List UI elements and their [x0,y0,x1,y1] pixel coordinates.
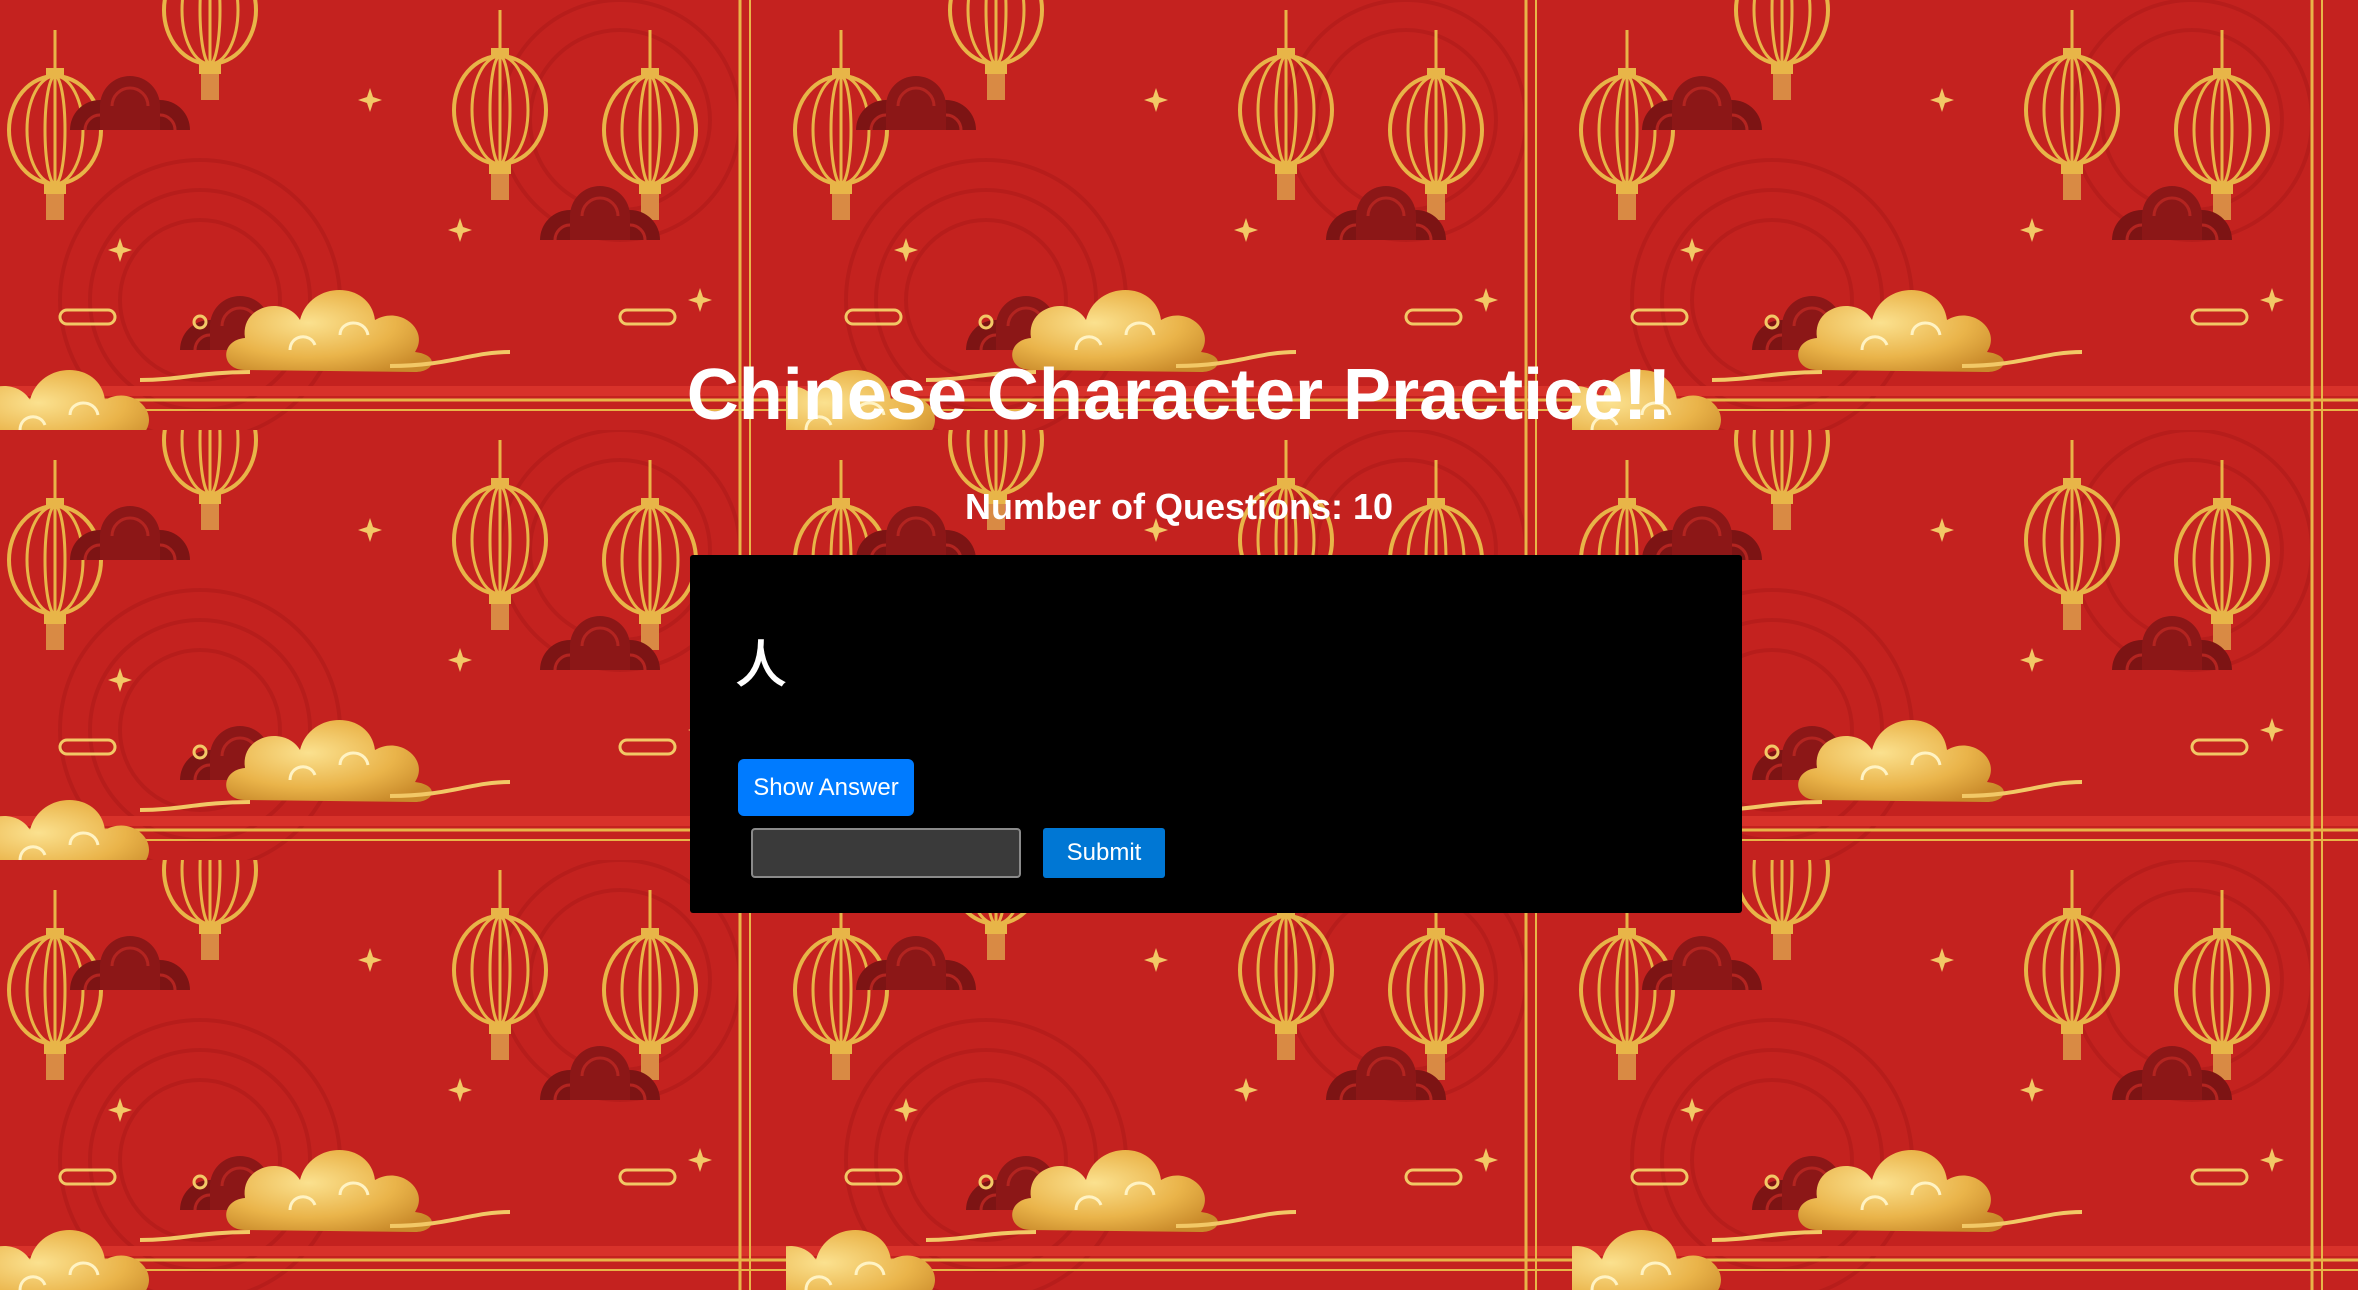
answer-input[interactable] [751,828,1021,878]
chinese-character: 人 [736,636,786,694]
page-title: Chinese Character Practice!! [686,355,1672,435]
submit-button[interactable]: Submit [1043,828,1165,878]
question-count: Number of Questions: 10 [964,486,1394,527]
practice-card: 人 Show Answer Submit [690,555,1742,913]
page-content: Chinese Character Practice!! Number of Q… [0,0,2358,1290]
show-answer-button[interactable]: Show Answer [738,759,914,816]
